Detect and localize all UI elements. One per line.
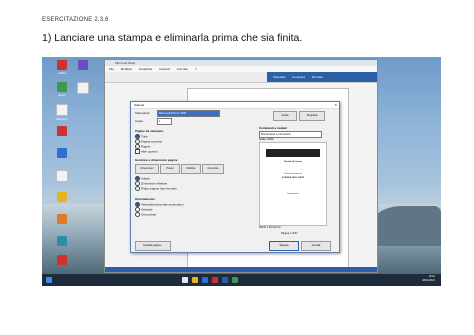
clock-date: 28/11/2021 [422, 279, 435, 282]
app-icon [57, 214, 67, 224]
desktop-icon-12[interactable] [66, 82, 100, 95]
size-button-opuscolo[interactable]: Opuscolo [202, 164, 224, 174]
desktop-icon-6[interactable] [45, 170, 79, 183]
dialog-title: Stampa [134, 103, 145, 107]
printer-select[interactable]: Microsoft Print to PDF [157, 110, 220, 117]
print-preview: Facoltà di Lettere Corso di Laurea in SC… [259, 142, 327, 226]
desktop-icon-microsoft[interactable]: Microsoft [45, 104, 79, 121]
orient-label: Orientamento: [135, 197, 156, 201]
menu-item-view[interactable]: Visualizza [139, 67, 152, 71]
print-button[interactable]: Stampa [269, 241, 299, 251]
size-button-dimensioni[interactable]: Dimensioni [135, 164, 159, 174]
word-toolbar: Standard Completa Formato [105, 72, 377, 83]
document-icon [56, 170, 68, 182]
size-button-multiple[interactable]: Multiple [181, 164, 201, 174]
preview-line: Documento [287, 193, 299, 195]
help-button[interactable]: Guida [273, 111, 297, 121]
option-altre[interactable]: Altre opzioni [135, 149, 158, 154]
ribbon-tab-formato[interactable]: Formato [312, 75, 323, 79]
excel-icon[interactable] [232, 277, 238, 283]
app-icon [78, 60, 88, 70]
folder-icon [57, 192, 67, 202]
ribbon-tab-completa[interactable]: Completa [292, 75, 305, 79]
menu-item-insert[interactable]: Inserisci [159, 67, 170, 71]
desktop-icon-9[interactable] [45, 236, 79, 247]
radio-icon [135, 212, 140, 217]
checkbox-icon [135, 149, 140, 154]
start-icon[interactable] [46, 277, 52, 283]
browser-icon[interactable] [202, 277, 208, 283]
page-counter: Pagina 1 di 57 [281, 232, 298, 235]
menu-item-edit[interactable]: Modifica [121, 67, 132, 71]
preview-line: SCIENZE DELL'ARTE [281, 177, 305, 179]
instruction-text: 1) Lanciare una stampa e eliminarla prim… [42, 32, 303, 44]
comments-select[interactable]: Documento e commenti [259, 131, 322, 138]
comments-label: Commenti e moduli [259, 126, 287, 130]
pages-section-label: Pagine da stampare [135, 129, 164, 133]
zoom-text: Scala: 100% [259, 138, 274, 141]
search-icon[interactable] [182, 277, 188, 283]
taskbar: 13:01 28/11/2021 [42, 274, 441, 286]
app-icon [57, 236, 67, 246]
size-section-label: Gestione e dimensioni pagine [135, 158, 178, 162]
document-header: ESERCITAZIONE 2.3.6 [42, 17, 109, 23]
pdf-icon[interactable] [212, 277, 218, 283]
copies-field[interactable]: 1 [157, 118, 172, 125]
desktop-icon-7[interactable] [45, 192, 79, 203]
desktop-icon-10[interactable] [45, 255, 79, 266]
word-ribbon: Standard Completa Formato [267, 72, 377, 82]
preview-dimensions: 209,97 x 297,01 mm [259, 226, 281, 229]
preview-title: Facoltà di Lettere [283, 161, 303, 163]
desktop-icon-4[interactable] [45, 126, 79, 137]
preview-line: Corso di Laurea in [284, 173, 302, 175]
desktop-icon-8[interactable] [45, 214, 79, 225]
embedded-screenshot: Adobe Excel Microsoft Microsoft Word Fil… [42, 57, 441, 286]
menu-item-file[interactable]: File [109, 67, 114, 71]
size-button-poster[interactable]: Poster [160, 164, 180, 174]
pdf-icon [57, 255, 67, 265]
dialog-title-bar: Stampa ✕ [131, 102, 339, 109]
properties-button[interactable]: Proprietà [299, 111, 325, 121]
folder-icon[interactable] [192, 277, 198, 283]
document-icon [56, 104, 68, 116]
ribbon-tab-standard[interactable]: Standard [273, 75, 285, 79]
printer-label: Stampante: [135, 111, 151, 115]
desktop-icon-11[interactable] [66, 60, 100, 71]
orient-horizontal[interactable]: Orizzontale [135, 212, 156, 217]
document-icon [77, 82, 89, 94]
word-status-bar [105, 267, 377, 272]
copies-label: Copie: [135, 119, 144, 123]
desktop-icon-5[interactable] [45, 148, 79, 159]
print-dialog: Stampa ✕ Stampante: Microsoft Print to P… [130, 101, 340, 253]
radio-icon [135, 186, 140, 191]
menu-item-help[interactable]: ? [195, 67, 197, 71]
cancel-button[interactable]: Annulla [301, 241, 331, 251]
menu-item-format[interactable]: Formato [177, 67, 188, 71]
close-icon[interactable]: ✕ [334, 102, 337, 108]
pdf-icon [57, 126, 67, 136]
preview-header-bar [266, 149, 320, 157]
word-title-bar: Microsoft Word [105, 60, 377, 66]
fit-riduci[interactable]: Riduci pagine fuori formato [135, 186, 177, 191]
word-icon[interactable] [222, 277, 228, 283]
page-setup-button[interactable]: Imposta pagina... [135, 241, 171, 251]
system-clock[interactable]: 13:01 28/11/2021 [422, 275, 435, 283]
app-icon [57, 148, 67, 158]
